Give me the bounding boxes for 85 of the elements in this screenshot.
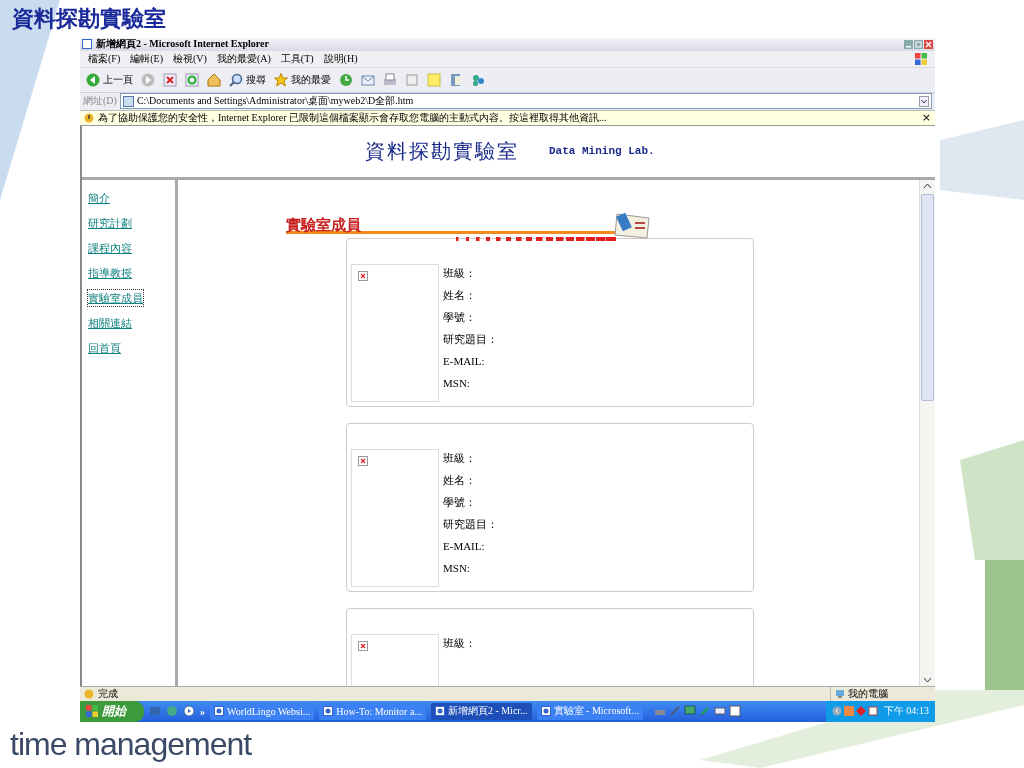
field-label: 學號： [443, 494, 476, 510]
monitor-icon[interactable] [683, 705, 696, 718]
maximize-icon[interactable] [914, 39, 923, 49]
nav-link[interactable]: 相關連結 [88, 314, 132, 331]
computer-icon [835, 688, 845, 699]
favorites-button[interactable]: 我的最愛 [272, 72, 333, 88]
start-button[interactable]: 開始 [80, 701, 144, 722]
search-icon [229, 73, 243, 87]
field-label: E-MAIL: [443, 353, 485, 369]
menu-item[interactable]: 編輯(E) [130, 51, 163, 66]
page-subtitle: Data Mining Lab. [549, 145, 655, 157]
notes-button[interactable] [425, 72, 443, 88]
clock: 下午 04:13 [883, 704, 929, 719]
vertical-scrollbar[interactable] [919, 179, 935, 686]
slide-title: 資料探勘實驗室 [11, 5, 167, 33]
print-button[interactable] [381, 72, 399, 88]
taskbar-item[interactable]: 新增網頁2 - Micr... [430, 703, 532, 720]
field-label: 研究題目： [443, 516, 498, 532]
menu-item[interactable]: 說明(H) [323, 51, 358, 66]
taskbar-item[interactable]: WorldLingo Websi... [210, 703, 315, 720]
status-text: 完成 [98, 686, 118, 701]
menu-item[interactable]: 工具(T) [280, 51, 314, 66]
field-label: 研究題目： [443, 331, 498, 347]
field-label: 姓名： [443, 472, 476, 488]
taskbar-item[interactable]: How-To: Monitor a... [319, 703, 426, 720]
edit-button[interactable] [403, 72, 421, 88]
dropdown-icon[interactable] [919, 95, 929, 107]
favorites-icon [274, 73, 288, 87]
nav-link[interactable]: 簡介 [88, 189, 110, 206]
history-button[interactable] [337, 72, 355, 88]
desktop-icon[interactable] [149, 705, 161, 718]
address-label: 網址(D) [83, 94, 117, 109]
windows-flag-icon [915, 52, 927, 65]
refresh-button[interactable] [183, 72, 201, 88]
back-icon [86, 73, 100, 87]
broken-image-icon [358, 270, 368, 281]
mail-button[interactable] [359, 72, 377, 88]
slide-footer-text: time management [10, 726, 253, 762]
search-button[interactable]: 搜尋 [227, 72, 268, 88]
field-label: 學號： [443, 309, 476, 325]
field-label: MSN: [443, 560, 470, 576]
page-title: 資料探勘實驗室 [365, 138, 519, 164]
nav-link[interactable]: 研究計劃 [88, 214, 132, 231]
broken-image-icon [358, 455, 368, 466]
minimize-icon[interactable] [904, 39, 913, 49]
window-title: 新增網頁2 - Microsoft Internet Explorer [96, 38, 269, 51]
browser-icon [540, 706, 551, 717]
page-icon [122, 95, 134, 107]
keyboard-icon[interactable] [713, 705, 726, 718]
browser-icon [323, 706, 334, 717]
menu-item[interactable]: 我的最愛(A) [216, 51, 271, 66]
field-label: 班級： [443, 635, 476, 651]
field-label: MSN: [443, 375, 470, 391]
address-field[interactable]: C:\Documents and Settings\Administrator\桌面\myweb2\D全部.htm [119, 93, 932, 110]
field-label: 姓名： [443, 287, 476, 303]
field-label: E-MAIL: [443, 538, 485, 554]
close-icon[interactable] [924, 39, 933, 49]
forward-button[interactable] [139, 72, 157, 88]
menu-item[interactable]: 檢視(V) [173, 51, 207, 66]
nav-link[interactable]: 回首頁 [88, 339, 121, 356]
nav-link[interactable]: 指導教授 [88, 264, 132, 281]
field-label: 班級： [443, 265, 476, 281]
scroll-thumb[interactable] [921, 193, 934, 401]
home-button[interactable] [205, 72, 223, 88]
section-title: 實驗室成員 [286, 215, 361, 235]
information-text: 為了協助保護您的安全性，Internet Explorer 已限制這個檔案顯示會存取您電腦的主動式內容。按這裡取得其他資訊... [98, 110, 607, 125]
menu-item[interactable]: 檔案(F) [88, 51, 121, 66]
browser-icon [82, 39, 92, 50]
pen-icon[interactable] [668, 705, 681, 718]
nav-link[interactable]: 實驗室成員 [88, 289, 143, 306]
stop-button[interactable] [161, 72, 179, 88]
info-close-button[interactable]: × [921, 111, 931, 124]
zone-text: 我的電腦 [848, 686, 888, 701]
shield-icon [84, 112, 94, 123]
field-label: 班級： [443, 450, 476, 466]
more-button[interactable]: » [200, 706, 205, 717]
back-button[interactable]: 上一頁 [84, 72, 135, 88]
media-icon[interactable] [183, 705, 195, 718]
windows-flag-icon [86, 705, 98, 718]
taskbar-item[interactable]: 實驗室 - Microsoft... [536, 703, 643, 720]
browser-icon [434, 706, 445, 717]
broken-image-icon [358, 640, 368, 651]
nav-link[interactable]: 課程內容 [88, 239, 132, 256]
status-info-icon [84, 688, 94, 699]
browser-icon [214, 706, 224, 717]
